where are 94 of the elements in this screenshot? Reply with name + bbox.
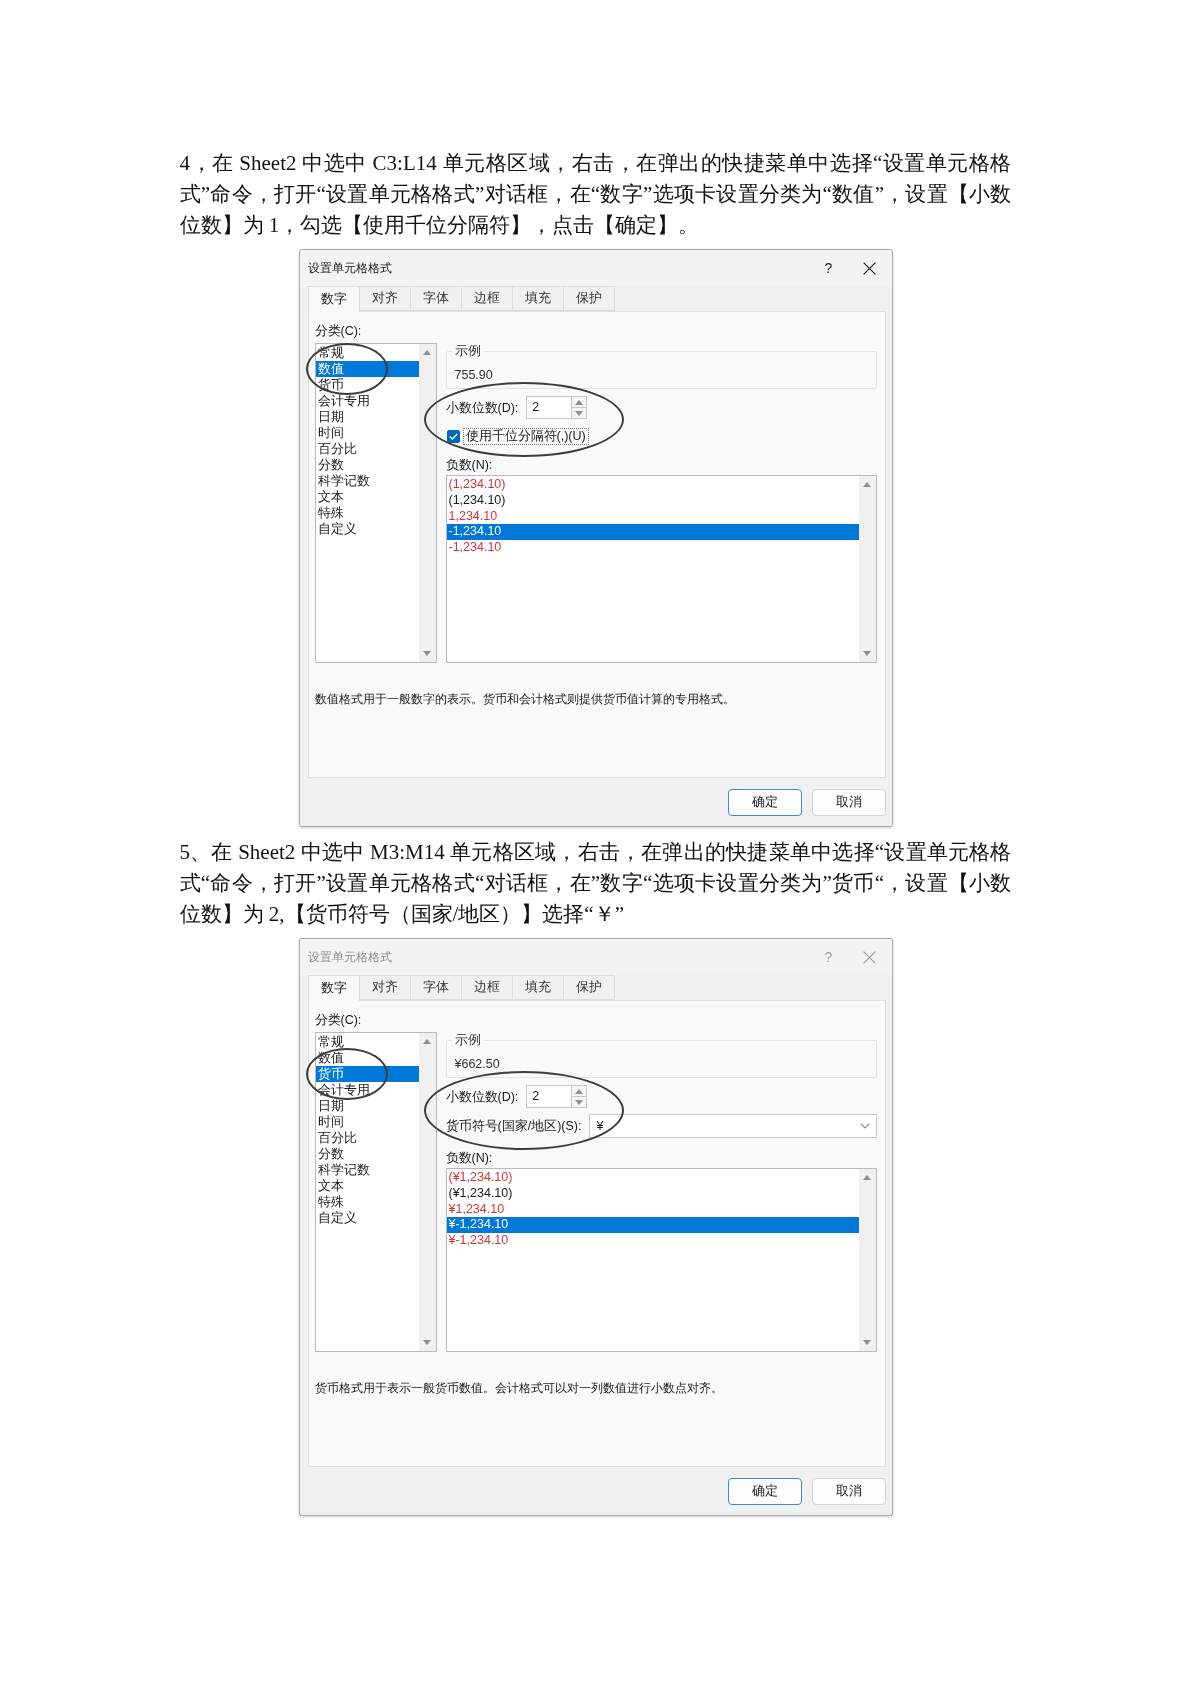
sample-value: 755.90 [454, 367, 494, 383]
category-item[interactable]: 特殊 [315, 1194, 419, 1210]
category-item[interactable]: 数值 [315, 361, 419, 377]
negative-format-item[interactable]: (¥1,234.10) [446, 1170, 859, 1186]
tab[interactable]: 字体 [409, 286, 462, 311]
negative-format-item[interactable]: ¥-1,234.10 [446, 1217, 859, 1233]
caret-down-icon [423, 651, 431, 656]
dialog-button[interactable]: 确定 [727, 1477, 802, 1505]
checkbox[interactable] [446, 430, 460, 443]
checkmark-icon [448, 433, 458, 440]
caret-down-icon [575, 1099, 584, 1105]
negative-format-item[interactable]: -1,234.10 [446, 524, 859, 540]
field-label: 小数位数(D): [445, 1088, 519, 1105]
instruction-paragraph: 4，在 Sheet2 中选中 C3:L14 单元格区域，右击，在弹出的快捷菜单中选择“设置单元格格式”命令，打开“设置单元格格式”对话框，在“数字”选项卡设置分类为“数值”，设置【小数位数】为 1，勾选【使用千位分隔符】，点击【确定】。 [179, 150, 1012, 239]
tab[interactable]: 边框 [460, 975, 513, 1000]
sample-label: 示例 [453, 343, 482, 359]
caret-up-icon [863, 1175, 871, 1180]
instruction-paragraph: 5、在 Sheet2 中选中 M3:M14 单元格区域，右击，在弹出的快捷菜单中选择“设置单元格格式“命令，打开”设置单元格格式“对话框，在”数字“选项卡设置分类为”货币“，设置【小数位数】为 2,【货币符号（国家/地区）】选择“￥” [179, 839, 1012, 928]
tab[interactable]: 边框 [460, 286, 513, 311]
category-item[interactable]: 文本 [315, 1178, 419, 1194]
negative-format-item[interactable]: ¥1,234.10 [446, 1201, 859, 1218]
negative-format-item[interactable]: ¥-1,234.10 [446, 1233, 859, 1249]
dialog-title: 设置单元格格式 [307, 948, 393, 966]
category-item[interactable]: 科学记数 [315, 1162, 419, 1178]
tab[interactable]: 对齐 [358, 975, 411, 1000]
category-item[interactable]: 常规 [315, 1034, 419, 1050]
close-icon [863, 261, 876, 275]
category-item[interactable]: 自定义 [315, 521, 419, 537]
tab[interactable]: 保护 [562, 975, 615, 1000]
caret-up-icon [863, 482, 871, 487]
category-item[interactable]: 特殊 [315, 505, 419, 521]
scrollbar-track[interactable] [858, 1169, 876, 1351]
scrollbar-track[interactable] [418, 1033, 436, 1351]
category-item[interactable]: 日期 [315, 409, 419, 425]
caret-down-icon [863, 651, 871, 656]
caret-up-icon [423, 1039, 431, 1044]
scrollbar-track[interactable] [418, 344, 436, 662]
tab[interactable]: 对齐 [358, 286, 411, 311]
description-text: 货币格式用于表示一般货币数值。会计格式可以对一列数值进行小数点对齐。 [314, 1380, 724, 1396]
spin-down-button[interactable] [572, 1097, 588, 1108]
negative-format-item[interactable]: (1,234.10) [446, 477, 859, 493]
category-item[interactable]: 分数 [315, 457, 419, 473]
category-item[interactable]: 货币 [315, 1066, 419, 1082]
spin-up-button[interactable] [572, 396, 588, 408]
tab[interactable]: 字体 [409, 975, 462, 1000]
category-label: 分类(C): [314, 1012, 363, 1028]
category-item[interactable]: 分数 [315, 1146, 419, 1162]
spin-down-button[interactable] [572, 408, 588, 419]
tab[interactable]: 数字 [307, 975, 360, 1001]
spin-up-button[interactable] [572, 1085, 588, 1097]
help-button[interactable]: ? [815, 255, 842, 281]
category-item[interactable]: 日期 [315, 1098, 419, 1114]
dialog-title: 设置单元格格式 [307, 259, 393, 277]
negative-format-item[interactable]: -1,234.10 [446, 540, 859, 556]
category-label: 分类(C): [314, 323, 363, 339]
category-item[interactable]: 百分比 [315, 441, 419, 457]
chevron-down-icon [859, 1123, 870, 1129]
sample-value: ¥662.50 [454, 1056, 501, 1072]
dropdown[interactable]: ¥ [589, 1114, 877, 1138]
scrollbar-track[interactable] [858, 476, 876, 662]
dialog-button[interactable]: 取消 [811, 1477, 886, 1505]
caret-up-icon [575, 399, 584, 405]
dialog-button[interactable]: 取消 [811, 788, 886, 816]
negative-format-item[interactable]: (¥1,234.10) [446, 1185, 859, 1202]
category-item[interactable]: 文本 [315, 489, 419, 505]
tab[interactable]: 数字 [307, 286, 360, 312]
number-input[interactable]: 2 [526, 1085, 573, 1108]
category-item[interactable]: 会计专用 [315, 393, 419, 409]
field-label: 小数位数(D): [445, 399, 519, 416]
category-item[interactable]: 自定义 [315, 1210, 419, 1226]
category-item[interactable]: 时间 [315, 425, 419, 441]
negative-format-item[interactable]: 1,234.10 [446, 508, 859, 525]
sample-label: 示例 [453, 1032, 482, 1048]
tab[interactable]: 填充 [511, 286, 564, 311]
number-input[interactable]: 2 [526, 396, 573, 419]
category-item[interactable]: 科学记数 [315, 473, 419, 489]
category-item[interactable]: 百分比 [315, 1130, 419, 1146]
caret-up-icon [423, 350, 431, 355]
negative-format-item[interactable]: (1,234.10) [446, 492, 859, 509]
description-text: 数值格式用于一般数字的表示。货币和会计格式则提供货币值计算的专用格式。 [314, 691, 736, 707]
category-item[interactable]: 时间 [315, 1114, 419, 1130]
category-item[interactable]: 货币 [315, 377, 419, 393]
tab[interactable]: 填充 [511, 975, 564, 1000]
negative-numbers-label: 负数(N): [445, 1150, 494, 1166]
tab[interactable]: 保护 [562, 286, 615, 311]
close-icon [863, 950, 876, 964]
caret-up-icon [575, 1088, 584, 1094]
caret-down-icon [863, 1340, 871, 1345]
caret-down-icon [423, 1340, 431, 1345]
negative-numbers-label: 负数(N): [445, 457, 494, 473]
dialog-button[interactable]: 确定 [727, 788, 802, 816]
checkbox-label[interactable]: 使用千位分隔符(,)(U) [462, 428, 589, 445]
field-label: 货币符号(国家/地区)(S): [445, 1118, 582, 1134]
caret-down-icon [575, 410, 584, 416]
